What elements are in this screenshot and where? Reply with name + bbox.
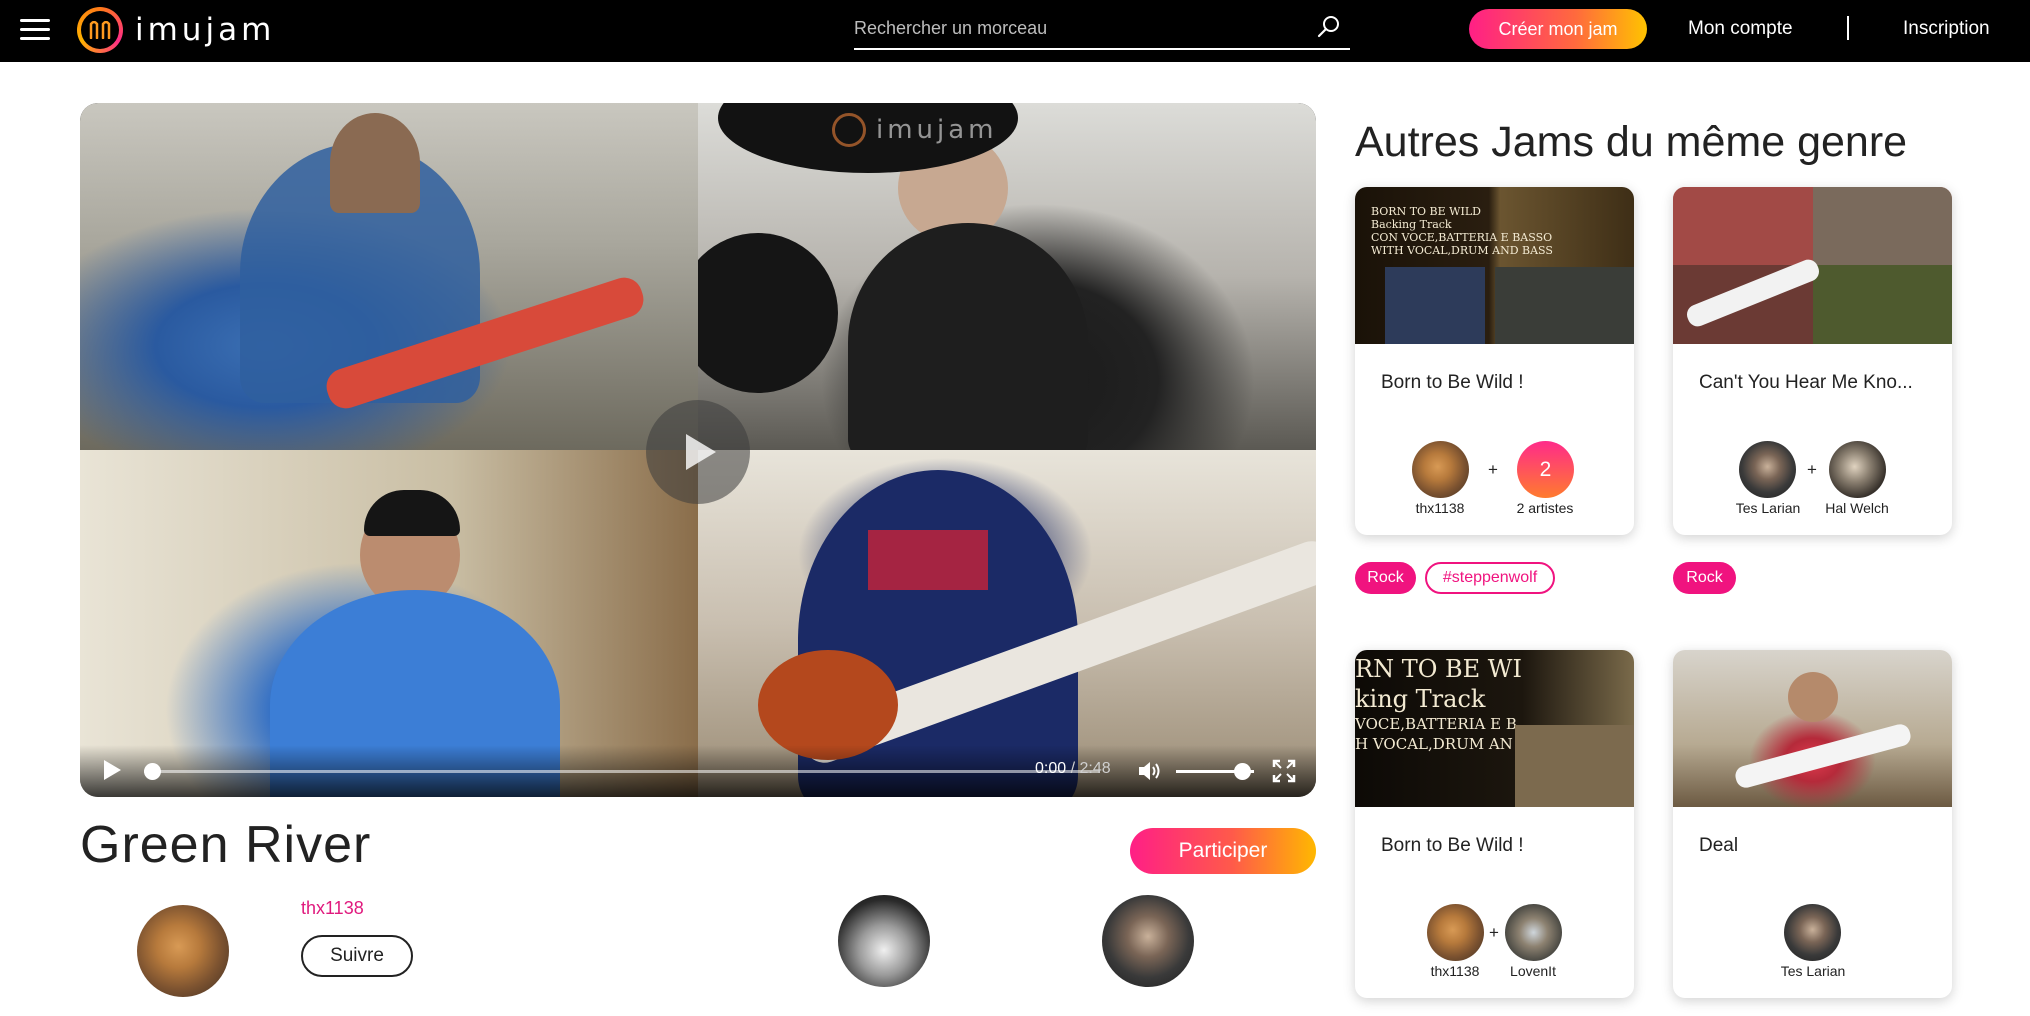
jam-card[interactable]: RN TO BE WI king Track VOCE,BATTERIA E B… — [1355, 650, 1634, 998]
jam-thumbnail: RN TO BE WI king Track VOCE,BATTERIA E B… — [1355, 650, 1634, 807]
jam-card[interactable]: BORN TO BE WILD Backing Track CON VOCE,B… — [1355, 187, 1634, 535]
volume-knob[interactable] — [1234, 763, 1252, 780]
search-icon[interactable] — [1316, 14, 1342, 40]
player-watermark: imujam — [832, 113, 998, 147]
artist-count-badge[interactable]: 2 — [1517, 441, 1574, 498]
thumbnail-caption: BORN TO BE WILD Backing Track CON VOCE,B… — [1371, 205, 1553, 257]
logo-text: imujam — [135, 12, 276, 48]
progress-bar[interactable] — [144, 763, 1100, 780]
artist-avatar[interactable] — [1505, 904, 1562, 961]
participant-avatar[interactable] — [1102, 895, 1194, 987]
artist-name: Hal Welch — [1825, 500, 1889, 516]
menu-icon[interactable] — [20, 17, 50, 41]
jam-card-title: Born to Be Wild ! — [1381, 372, 1524, 393]
duration: 2:48 — [1079, 760, 1111, 777]
account-link[interactable]: Mon compte — [1688, 18, 1793, 40]
top-bar: imujam Créer mon jam Mon compte Inscript… — [0, 0, 2030, 62]
big-play-button[interactable] — [646, 400, 750, 504]
time-display: 0:00 / 2:48 — [1035, 760, 1111, 777]
search-bar — [854, 8, 1350, 50]
fullscreen-icon[interactable] — [1272, 759, 1296, 783]
artist-avatar[interactable] — [1784, 904, 1841, 961]
artist-avatar[interactable] — [1427, 904, 1484, 961]
video-tile-guitarist — [80, 103, 698, 450]
jam-thumbnail: BORN TO BE WILD Backing Track CON VOCE,B… — [1355, 187, 1634, 344]
logo[interactable]: imujam — [77, 7, 275, 53]
signup-link[interactable]: Inscription — [1903, 18, 1990, 40]
logo-icon — [832, 113, 866, 147]
jam-card-title: Deal — [1699, 835, 1739, 856]
video-tile-drummer — [698, 103, 1316, 450]
video-player[interactable]: imujam 0:00 / 2:48 — [80, 103, 1316, 797]
hashtag-tag[interactable]: #steppenwolf — [1425, 562, 1555, 594]
artist-avatar[interactable] — [1739, 441, 1796, 498]
jam-card[interactable]: Can't You Hear Me Kno... + Tes Larian Ha… — [1673, 187, 1952, 535]
artist-name: LovenIt — [1510, 963, 1556, 979]
jam-card-title: Born to Be Wild ! — [1381, 835, 1524, 856]
play-icon[interactable] — [100, 758, 124, 782]
search-input[interactable] — [854, 12, 1294, 44]
artist-avatar[interactable] — [1412, 441, 1469, 498]
current-time: 0:00 — [1035, 760, 1067, 777]
genre-tag[interactable]: Rock — [1673, 562, 1736, 594]
progress-knob[interactable] — [144, 763, 161, 780]
follow-button[interactable]: Suivre — [301, 935, 413, 977]
create-jam-button[interactable]: Créer mon jam — [1469, 9, 1647, 49]
genre-tag[interactable]: Rock — [1355, 562, 1416, 594]
related-jams-title: Autres Jams du même genre — [1355, 118, 1908, 166]
artist-name: thx1138 — [1415, 500, 1465, 516]
participant-avatar[interactable] — [838, 895, 930, 987]
volume-icon[interactable] — [1137, 759, 1163, 783]
jam-thumbnail — [1673, 187, 1952, 344]
divider — [1847, 16, 1849, 40]
participate-button[interactable]: Participer — [1130, 828, 1316, 874]
thumbnail-caption: RN TO BE WI king Track VOCE,BATTERIA E B… — [1355, 655, 1522, 753]
logo-icon — [77, 7, 123, 53]
song-title: Green River — [80, 816, 372, 874]
owner-name[interactable]: thx1138 — [301, 898, 364, 919]
owner-avatar[interactable] — [137, 905, 229, 997]
volume-slider[interactable] — [1176, 763, 1254, 780]
artist-avatar[interactable] — [1829, 441, 1886, 498]
player-controls: 0:00 / 2:48 — [80, 745, 1316, 797]
jam-thumbnail — [1673, 650, 1952, 807]
artist-count-label: 2 artistes — [1516, 500, 1574, 516]
artist-name: Tes Larian — [1780, 963, 1846, 979]
jam-card[interactable]: Deal Tes Larian — [1673, 650, 1952, 998]
jam-card-title: Can't You Hear Me Kno... — [1699, 372, 1913, 393]
